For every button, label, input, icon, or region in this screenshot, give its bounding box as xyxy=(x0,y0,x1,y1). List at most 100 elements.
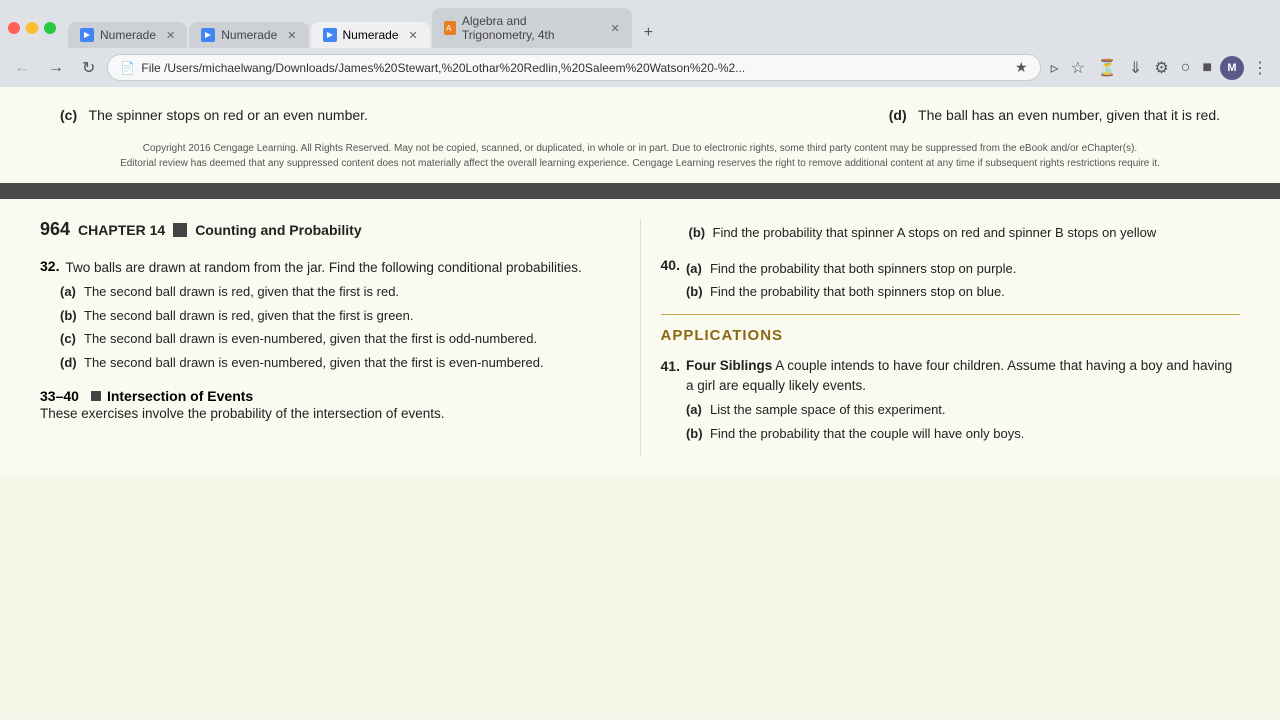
tab-label-2: Numerade xyxy=(221,28,277,42)
q32-c-text: The second ball drawn is even-numbered, … xyxy=(84,329,537,349)
browser-chrome: Numerade ✕ Numerade ✕ Numerade ✕ xyxy=(0,0,1280,87)
q32-d-text: The second ball drawn is even-numbered, … xyxy=(84,353,544,373)
reload-button[interactable]: ↻ xyxy=(76,56,101,80)
tab-algebra[interactable]: A Algebra and Trigonometry, 4th ✕ xyxy=(432,8,632,48)
q41-number: 41. xyxy=(661,356,680,377)
section-3340: 33–40 Intersection of Events These exerc… xyxy=(40,388,620,421)
question-41: 41. Four Siblings A couple intends to ha… xyxy=(661,356,1241,444)
lock-icon: 📄 xyxy=(120,61,135,75)
copyright-line1: Copyright 2016 Cengage Learning. All Rig… xyxy=(60,141,1220,156)
divider-strip xyxy=(0,191,1280,199)
section-3340-text: These exercises involve the probability … xyxy=(40,406,444,421)
applications-header: APPLICATIONS xyxy=(661,314,1241,344)
right-column: (b) Find the probability that spinner A … xyxy=(640,219,1241,455)
svg-text:A: A xyxy=(446,24,452,33)
q40-part-b: (b) Find the probability that both spinn… xyxy=(686,282,1016,302)
q41-part-b: (b) Find the probability that the couple… xyxy=(686,424,1240,444)
tab-icon-1 xyxy=(80,28,94,42)
addon-button[interactable]: ■ xyxy=(1198,57,1216,79)
main-page: 964 CHAPTER 14 Counting and Probability … xyxy=(0,199,1280,475)
top-left-text: The spinner stops on red or an even numb… xyxy=(89,107,368,123)
q32-a-label: (a) xyxy=(60,282,80,302)
chapter-title: Counting and Probability xyxy=(195,222,361,238)
minimize-button[interactable] xyxy=(26,22,38,34)
q32-part-a: (a) The second ball drawn is red, given … xyxy=(60,282,620,302)
q41-b-label: (b) xyxy=(686,424,706,444)
menu-button[interactable]: ⋮ xyxy=(1248,56,1272,80)
tab-icon-4: A xyxy=(444,21,456,35)
tab-label-4: Algebra and Trigonometry, 4th xyxy=(462,14,601,42)
copyright-line2: Editorial review has deemed that any sup… xyxy=(60,156,1220,171)
top-left-item: (c) The spinner stops on red or an even … xyxy=(60,107,368,123)
q40-a-text: Find the probability that both spinners … xyxy=(710,259,1016,279)
chapter-divider-icon xyxy=(173,223,187,237)
address-text: File /Users/michaelwang/Downloads/James%… xyxy=(141,61,1009,75)
q39-b-sub: (b) Find the probability that spinner A … xyxy=(689,223,1241,243)
top-right-label: (d) xyxy=(889,107,915,123)
page-content: (c) The spinner stops on red or an even … xyxy=(0,87,1280,719)
tab-icon-3 xyxy=(323,28,337,42)
section-3340-range: 33–40 xyxy=(40,388,79,404)
q41-part-a: (a) List the sample space of this experi… xyxy=(686,400,1240,420)
tab-numerade-2[interactable]: Numerade ✕ xyxy=(189,22,308,48)
q39-b-text: Find the probability that spinner A stop… xyxy=(713,223,1157,243)
q40-a-label: (a) xyxy=(686,259,706,279)
title-bar: Numerade ✕ Numerade ✕ Numerade ✕ xyxy=(0,0,1280,48)
tab-close-3[interactable]: ✕ xyxy=(409,29,418,42)
tab-close-2[interactable]: ✕ xyxy=(287,29,296,42)
tab-label-1: Numerade xyxy=(100,28,156,42)
q32-b-label: (b) xyxy=(60,306,80,326)
back-button[interactable]: ← xyxy=(8,57,36,79)
q39-b-label: (b) xyxy=(689,223,709,243)
tab-close-4[interactable]: ✕ xyxy=(611,22,620,35)
q41-b-text: Find the probability that the couple wil… xyxy=(710,424,1024,444)
left-column: 964 CHAPTER 14 Counting and Probability … xyxy=(40,219,640,455)
tab-close-1[interactable]: ✕ xyxy=(166,29,175,42)
maximize-button[interactable] xyxy=(44,22,56,34)
q41-a-text: List the sample space of this experiment… xyxy=(710,400,946,420)
settings-button[interactable]: ⚙ xyxy=(1150,56,1172,80)
q32-d-label: (d) xyxy=(60,353,80,373)
address-icons: ★ xyxy=(1015,59,1028,76)
q41-a-label: (a) xyxy=(686,400,706,420)
address-bar-input[interactable]: 📄 File /Users/michaelwang/Downloads/Jame… xyxy=(107,54,1040,81)
q40-b-text: Find the probability that both spinners … xyxy=(710,282,1005,302)
q32-a-text: The second ball drawn is red, given that… xyxy=(84,282,399,302)
q32-c-label: (c) xyxy=(60,329,80,349)
q40-part-a: (a) Find the probability that both spinn… xyxy=(686,259,1016,279)
top-left-label: (c) xyxy=(60,107,85,123)
q41-title: Four Siblings xyxy=(686,358,772,373)
q32-b-text: The second ball drawn is red, given that… xyxy=(84,306,414,326)
q32-part-d: (d) The second ball drawn is even-number… xyxy=(60,353,620,373)
q39-b: (b) Find the probability that spinner A … xyxy=(661,223,1241,243)
tab-label-3: Numerade xyxy=(343,28,399,42)
forward-button[interactable]: → xyxy=(42,57,70,79)
tab-bar: Numerade ✕ Numerade ✕ Numerade ✕ xyxy=(68,8,1272,48)
close-button[interactable] xyxy=(8,22,20,34)
copyright-section: Copyright 2016 Cengage Learning. All Rig… xyxy=(0,133,1280,191)
tab-numerade-1[interactable]: Numerade ✕ xyxy=(68,22,187,48)
q40-number: 40. xyxy=(661,255,680,276)
q32-number: 32. xyxy=(40,258,59,274)
bookmark-button[interactable]: ☆ xyxy=(1067,56,1089,80)
toolbar-icons: ▹ ☆ ⏳ ⇓ ⚙ ○ ■ M ⋮ xyxy=(1047,56,1272,80)
profile-icon[interactable]: M xyxy=(1220,56,1244,80)
chapter-label: CHAPTER 14 xyxy=(78,222,165,238)
top-right-text: The ball has an even number, given that … xyxy=(918,107,1220,123)
top-section: (c) The spinner stops on red or an even … xyxy=(0,87,1280,133)
download-button[interactable]: ⇓ xyxy=(1125,56,1146,80)
browser-icon[interactable]: ○ xyxy=(1177,57,1195,79)
q40-b-label: (b) xyxy=(686,282,706,302)
star-icon[interactable]: ★ xyxy=(1015,59,1028,76)
top-right-item: (d) The ball has an even number, given t… xyxy=(889,107,1220,123)
section-3340-title: Intersection of Events xyxy=(107,388,253,404)
question-32: 32. Two balls are drawn at random from t… xyxy=(40,258,620,372)
history-button[interactable]: ⏳ xyxy=(1093,56,1121,80)
q32-part-b: (b) The second ball drawn is red, given … xyxy=(60,306,620,326)
q32-part-c: (c) The second ball drawn is even-number… xyxy=(60,329,620,349)
tab-numerade-3[interactable]: Numerade ✕ xyxy=(311,22,430,48)
extensions-button[interactable]: ▹ xyxy=(1047,56,1063,80)
address-bar: ← → ↻ 📄 File /Users/michaelwang/Download… xyxy=(0,48,1280,87)
new-tab-button[interactable]: + xyxy=(634,18,663,48)
question-40: 40. (a) Find the probability that both s… xyxy=(661,255,1241,302)
